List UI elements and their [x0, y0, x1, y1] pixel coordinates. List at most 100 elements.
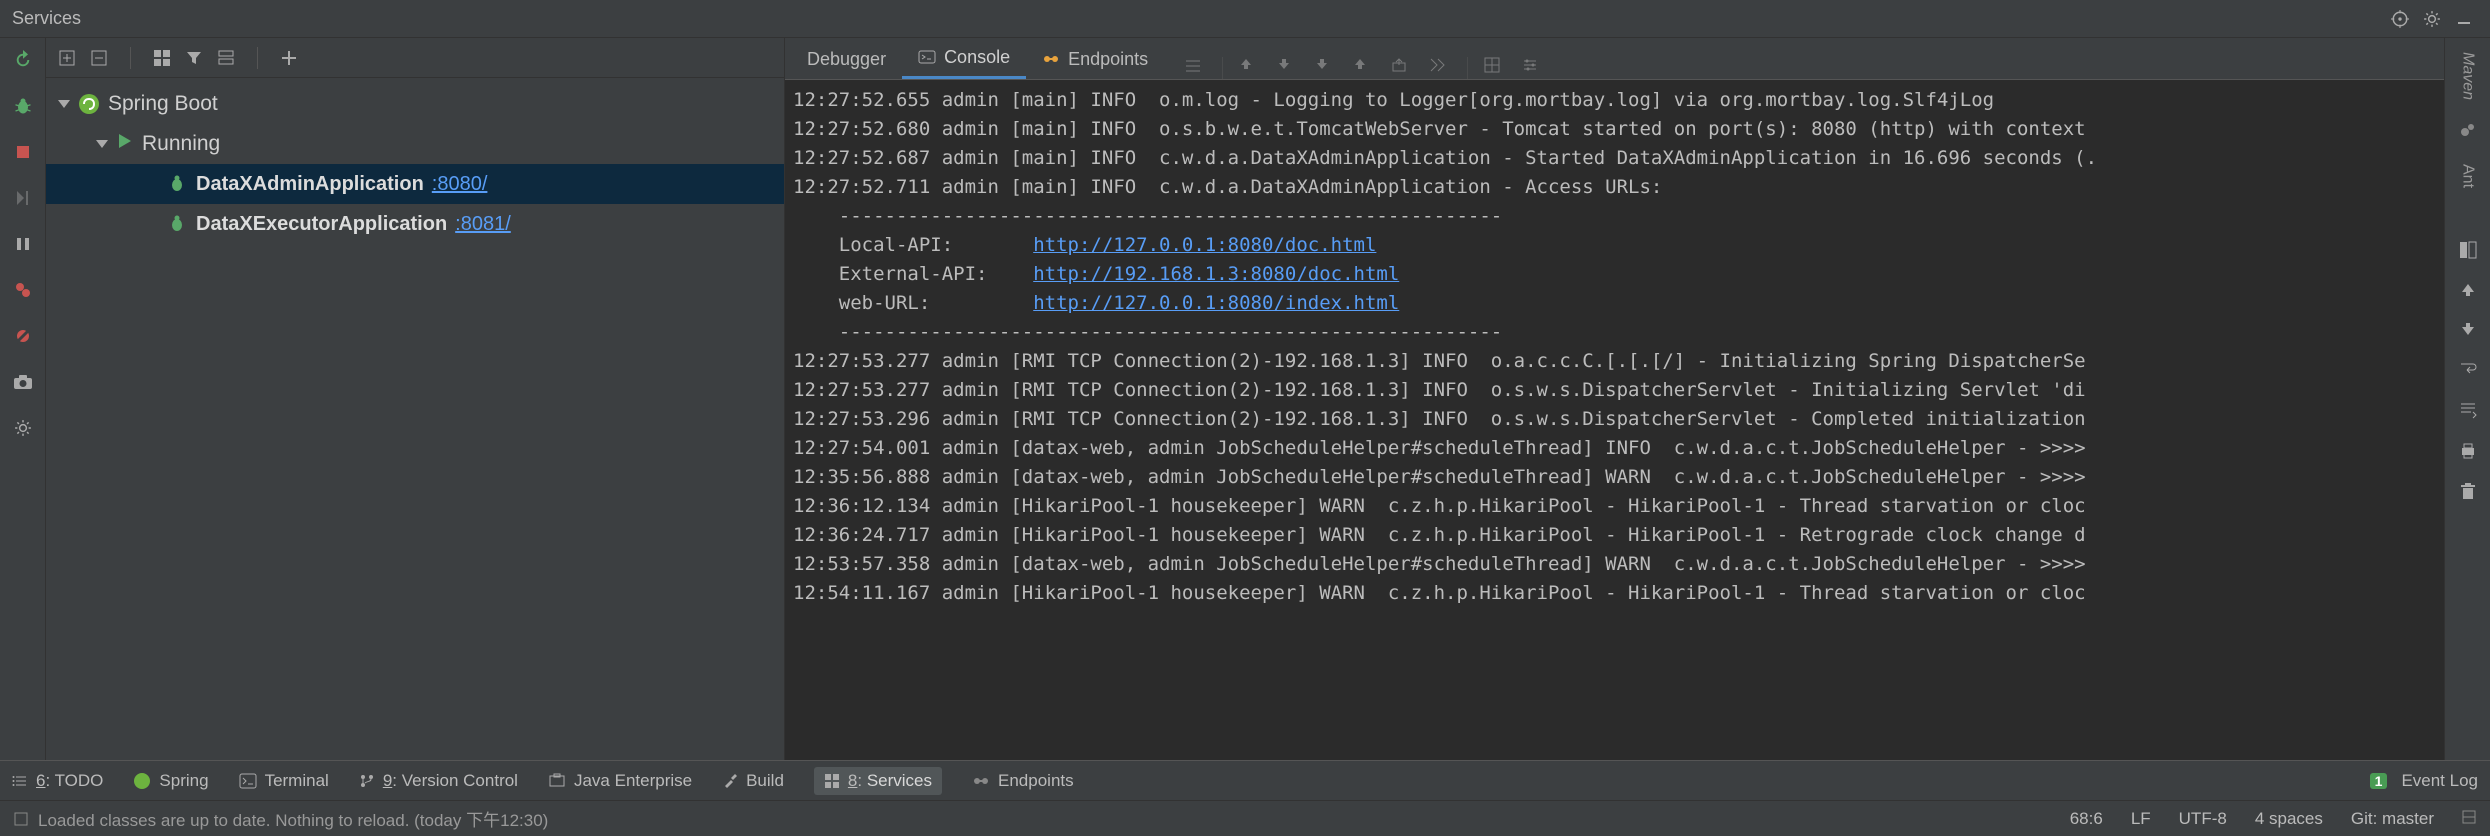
camera-icon[interactable]	[9, 368, 37, 396]
git-branch[interactable]: Git: master	[2351, 809, 2434, 829]
endpoints-icon	[972, 772, 990, 790]
status-end-icon[interactable]	[2462, 809, 2476, 829]
console-line: 12:27:52.711 admin [main] INFO c.w.d.a.D…	[793, 173, 2444, 202]
status-square-icon[interactable]	[14, 812, 28, 826]
tree-node-spring-boot[interactable]: Spring Boot	[46, 84, 784, 124]
print-icon[interactable]	[2459, 442, 2477, 463]
ant-icon	[2458, 120, 2478, 140]
minimize-icon[interactable]	[2450, 5, 2478, 33]
console-output[interactable]: 12:27:52.655 admin [main] INFO o.m.log -…	[785, 80, 2444, 760]
export-icon[interactable]	[1391, 57, 1413, 79]
console-line: 12:27:53.277 admin [RMI TCP Connection(2…	[793, 376, 2444, 405]
console-toolbar	[1184, 57, 1544, 79]
console-link[interactable]: http://192.168.1.3:8080/doc.html	[1033, 263, 1399, 285]
console-line: ----------------------------------------…	[793, 202, 2444, 231]
tab-services[interactable]: 8: Services	[814, 767, 942, 795]
caret-position[interactable]: 68:6	[2070, 809, 2103, 829]
console-line: 12:27:53.277 admin [RMI TCP Connection(2…	[793, 347, 2444, 376]
arrow-down-icon[interactable]	[2460, 321, 2476, 340]
indent-setting[interactable]: 4 spaces	[2255, 809, 2323, 829]
services-tree-panel: Spring Boot Running DataXAdminApplicatio…	[46, 38, 784, 760]
table-icon[interactable]	[1484, 57, 1506, 79]
layout-settings-icon[interactable]	[9, 414, 37, 442]
run-actions-gutter	[0, 38, 46, 760]
up-icon[interactable]	[1353, 57, 1375, 79]
breakpoints-icon[interactable]	[9, 276, 37, 304]
console-line: 12:27:52.680 admin [main] INFO o.s.b.w.e…	[793, 115, 2444, 144]
tab-build[interactable]: Build	[722, 771, 784, 791]
tree-node-app[interactable]: DataXAdminApplication :8080/	[46, 164, 784, 204]
bottom-tool-tabs: 6: TODO Spring Terminal 9: Version Contr…	[0, 760, 2490, 800]
expand-all-icon[interactable]	[56, 47, 78, 69]
filter-icon[interactable]	[183, 47, 205, 69]
app-port[interactable]: :8081/	[455, 213, 511, 236]
chevron-down-icon[interactable]	[58, 100, 70, 108]
scroll-toggle-icon[interactable]	[2459, 401, 2477, 422]
mute-breakpoints-icon[interactable]	[9, 322, 37, 350]
tree-node-app[interactable]: DataXExecutorApplication :8081/	[46, 204, 784, 244]
step-icon[interactable]	[9, 184, 37, 212]
app-name: DataXExecutorApplication	[196, 213, 447, 236]
chevron-down-icon[interactable]	[96, 140, 108, 148]
gear-icon[interactable]	[2418, 5, 2446, 33]
console-line: web-URL: http://127.0.0.1:8080/index.htm…	[793, 289, 2444, 318]
line-separator[interactable]: LF	[2131, 809, 2151, 829]
enterprise-icon	[548, 772, 566, 790]
services-icon	[824, 773, 840, 789]
console-panel: Debugger Console Endpoints	[784, 38, 2444, 760]
soft-wrap-icon[interactable]	[1184, 57, 1206, 79]
view-icon[interactable]	[215, 47, 237, 69]
console-line: 12:36:24.717 admin [HikariPool-1 houseke…	[793, 521, 2444, 550]
rerun-icon[interactable]	[9, 46, 37, 74]
console-line: ----------------------------------------…	[793, 318, 2444, 347]
collapse-all-icon[interactable]	[88, 47, 110, 69]
wrap-toggle-icon[interactable]	[2459, 360, 2477, 381]
tree-node-running[interactable]: Running	[46, 124, 784, 164]
event-log[interactable]: 1Event Log	[2370, 771, 2478, 791]
console-link[interactable]: http://127.0.0.1:8080/doc.html	[1033, 234, 1376, 256]
tab-debugger[interactable]: Debugger	[791, 39, 902, 79]
tree-label: Spring Boot	[108, 92, 218, 116]
file-encoding[interactable]: UTF-8	[2179, 809, 2227, 829]
stop-icon[interactable]	[9, 138, 37, 166]
trash-icon[interactable]	[2460, 483, 2476, 504]
down-icon[interactable]	[1277, 57, 1299, 79]
tree-label: Running	[142, 132, 220, 156]
bug-icon[interactable]	[9, 92, 37, 120]
tab-todo[interactable]: 6: TODO	[12, 771, 103, 791]
up-icon[interactable]	[1239, 57, 1261, 79]
console-line: 12:35:56.888 admin [datax-web, admin Job…	[793, 463, 2444, 492]
tab-version-control[interactable]: 9: Version Control	[359, 771, 518, 791]
tab-terminal[interactable]: Terminal	[239, 771, 329, 791]
app-name: DataXAdminApplication	[196, 173, 424, 196]
branch-icon	[359, 773, 375, 789]
down-icon[interactable]	[1315, 57, 1337, 79]
console-line: 12:27:53.296 admin [RMI TCP Connection(2…	[793, 405, 2444, 434]
play-icon	[116, 132, 134, 156]
add-icon[interactable]	[278, 47, 300, 69]
tab-console[interactable]: Console	[902, 39, 1026, 79]
endpoints-icon	[1042, 50, 1060, 68]
sidebar-tab-ant[interactable]: Ant	[2459, 160, 2477, 188]
tab-endpoints[interactable]: Endpoints	[1026, 39, 1164, 79]
console-link[interactable]: http://127.0.0.1:8080/index.html	[1033, 292, 1399, 314]
app-port[interactable]: :8080/	[432, 173, 488, 196]
group-by-icon[interactable]	[151, 47, 173, 69]
console-line: 12:36:12.134 admin [HikariPool-1 houseke…	[793, 492, 2444, 521]
console-line: 12:53:57.358 admin [datax-web, admin Job…	[793, 550, 2444, 579]
target-icon[interactable]	[2386, 5, 2414, 33]
tree-toolbar	[46, 38, 784, 78]
pause-icon[interactable]	[9, 230, 37, 258]
scroll-end-icon[interactable]	[1429, 57, 1451, 79]
arrow-up-icon[interactable]	[2460, 282, 2476, 301]
tab-java-enterprise[interactable]: Java Enterprise	[548, 771, 692, 791]
services-tree[interactable]: Spring Boot Running DataXAdminApplicatio…	[46, 78, 784, 760]
tab-spring[interactable]: Spring	[133, 771, 208, 791]
layout-icon[interactable]	[2459, 241, 2477, 262]
console-tabs: Debugger Console Endpoints	[785, 38, 2444, 80]
sidebar-tab-maven[interactable]: Maven	[2459, 48, 2477, 100]
list-icon	[12, 773, 28, 789]
settings-icon[interactable]	[1522, 57, 1544, 79]
tab-endpoints-bottom[interactable]: Endpoints	[972, 771, 1074, 791]
console-line: 12:54:11.167 admin [HikariPool-1 houseke…	[793, 579, 2444, 608]
